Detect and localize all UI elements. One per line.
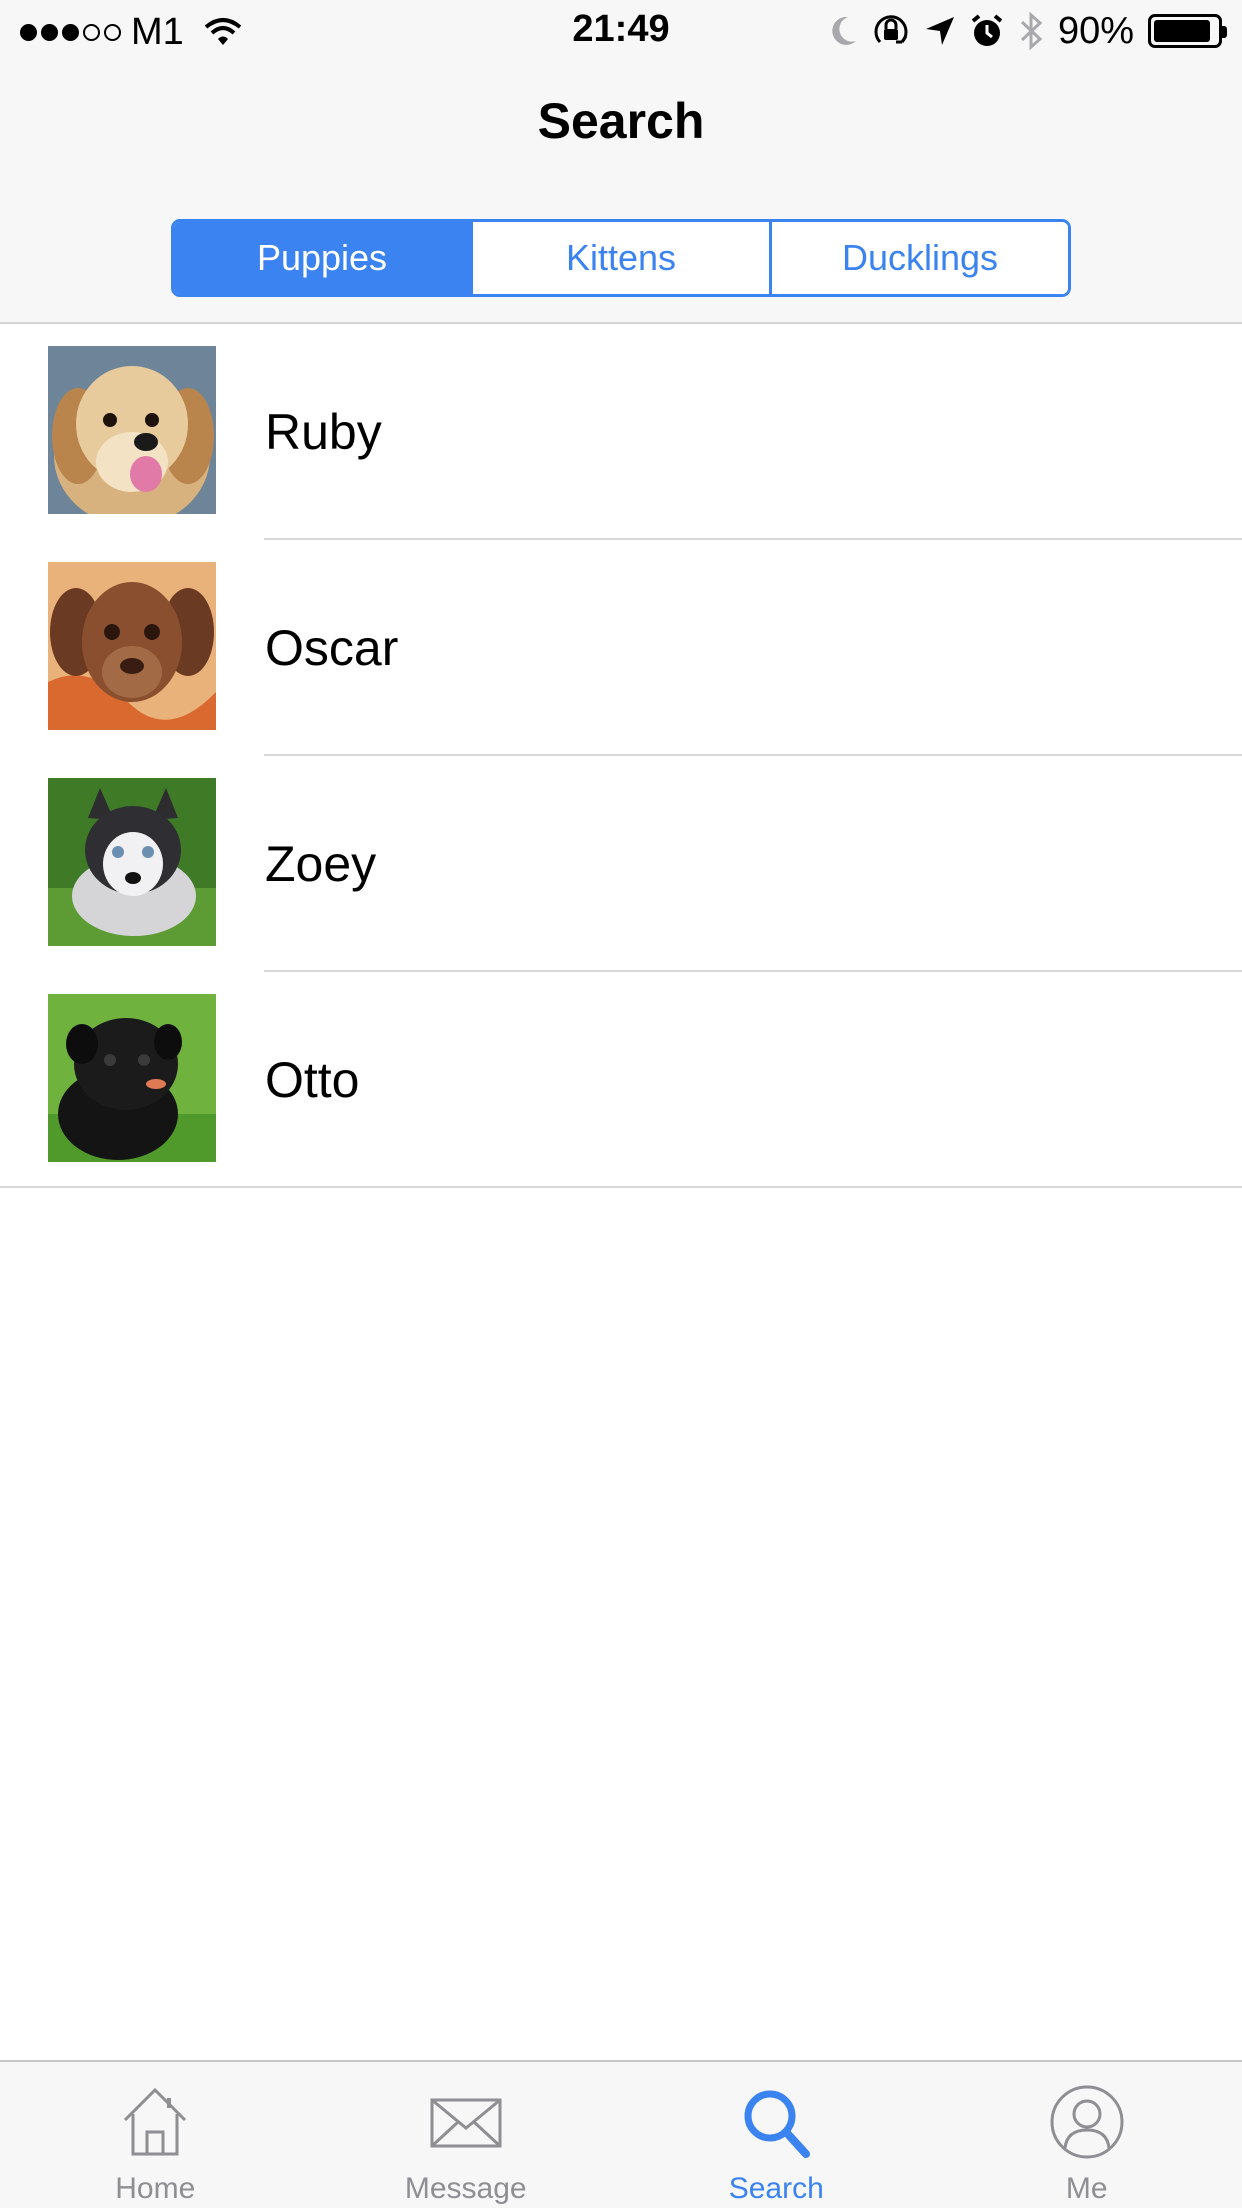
tab-home[interactable]: Home [0,2062,311,2208]
battery-level [1154,20,1210,42]
battery-percent: 90% [1057,9,1134,52]
alarm-icon [971,14,1003,46]
animal-list: Ruby Oscar Zoey Otto [0,324,1242,1188]
brown-puppy-photo [48,562,216,730]
rotation-lock-icon [874,15,908,44]
top-bar: M1 21:49 90% Search Puppies Kittens Duck… [0,0,1242,324]
user-icon [1050,2085,1124,2159]
list-item-otto[interactable]: Otto [0,972,1242,1188]
list-item-ruby[interactable]: Ruby [0,324,1242,540]
list-item-label: Ruby [265,404,382,460]
row-separator [0,1186,1242,1188]
list-item-label: Otto [265,1052,360,1108]
home-icon [124,2087,187,2156]
list-item-oscar[interactable]: Oscar [0,540,1242,756]
status-right: 90% [828,8,1227,54]
category-segmented-control: Puppies Kittens Ducklings [171,219,1071,297]
tab-message[interactable]: Message [311,2062,622,2208]
tab-me[interactable]: Me [932,2062,1242,2208]
tab-label: Message [404,2172,527,2205]
segment-ducklings[interactable]: Ducklings [772,222,1068,294]
location-arrow-icon [925,17,954,45]
status-bar: M1 21:49 90% [0,0,1242,60]
tab-label: Home [115,2172,196,2205]
search-icon [744,2090,811,2158]
golden-puppy-photo [48,346,216,514]
page-title: Search [537,93,705,149]
list-item-label: Zoey [265,836,377,892]
moon-icon [832,16,856,45]
black-pug-puppy-photo [48,994,216,1162]
segment-puppies[interactable]: Puppies [174,222,473,294]
list-item-label: Oscar [265,620,399,676]
segment-kittens[interactable]: Kittens [473,222,772,294]
bluetooth-icon [1020,11,1043,51]
battery-icon [1148,14,1227,48]
tab-label: Search [728,2172,824,2205]
husky-puppy-photo [48,778,216,946]
tab-bar: Home Message Search Me [0,2060,1242,2208]
envelope-icon [430,2098,502,2148]
tab-label: Me [1065,2172,1108,2205]
tab-search[interactable]: Search [621,2062,932,2208]
list-item-zoey[interactable]: Zoey [0,756,1242,972]
